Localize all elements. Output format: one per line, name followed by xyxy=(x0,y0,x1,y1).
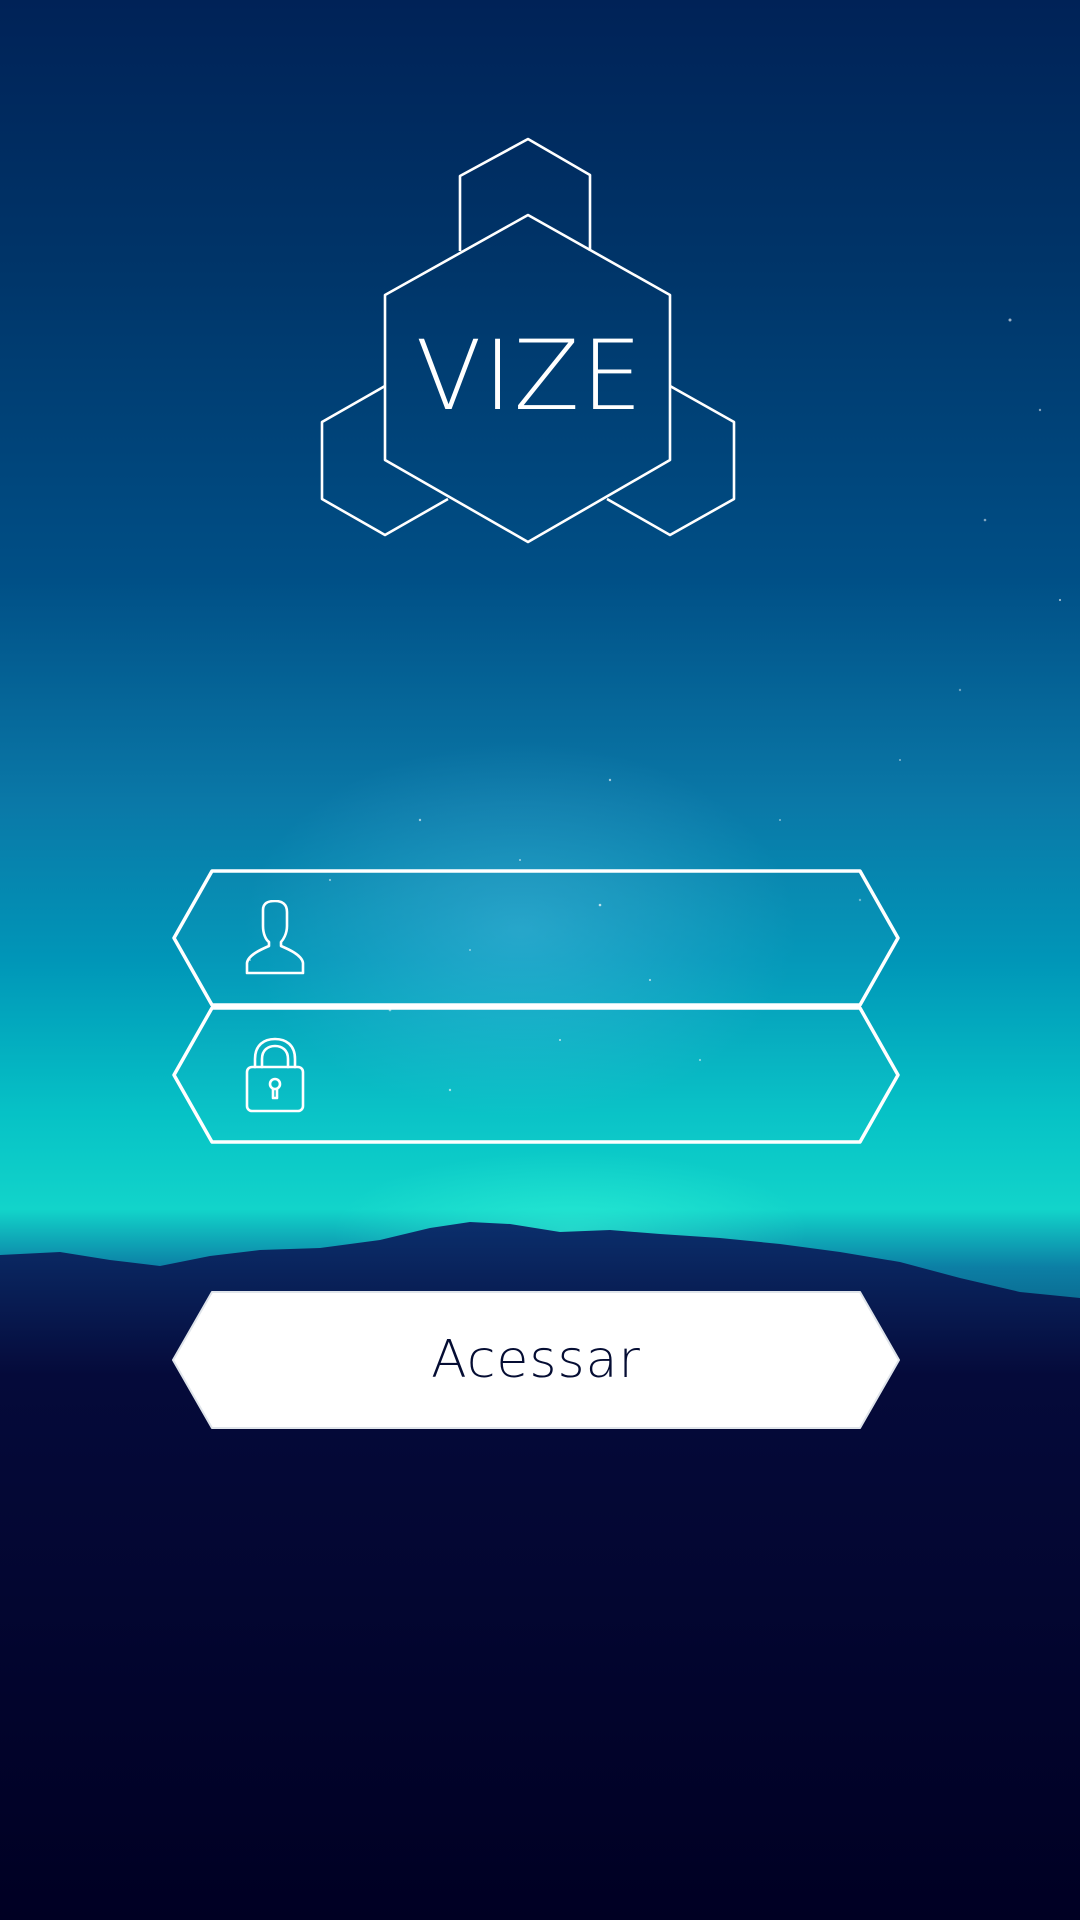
logo-wordmark: VIZE xyxy=(415,320,645,432)
username-input[interactable] xyxy=(342,899,826,979)
user-icon xyxy=(245,900,305,975)
vize-logo: VIZE xyxy=(310,135,750,545)
login-screen: VIZE Acessar xyxy=(0,0,1080,1920)
username-field[interactable] xyxy=(172,869,900,1007)
acessar-button-label: Acessar xyxy=(431,1330,641,1390)
password-field[interactable] xyxy=(172,1006,900,1144)
acessar-button[interactable]: Acessar xyxy=(172,1291,900,1429)
lock-icon xyxy=(245,1037,305,1113)
password-input[interactable] xyxy=(342,1036,826,1116)
